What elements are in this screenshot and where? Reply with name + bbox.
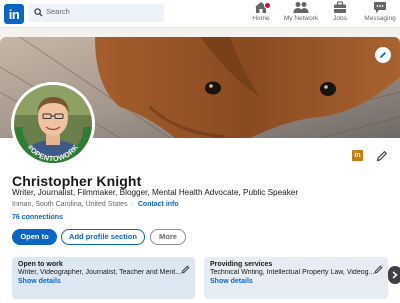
chevron-right-icon [392,271,398,279]
network-icon [293,2,309,13]
nav-jobs[interactable]: Jobs [327,1,353,27]
edit-providing-services-button[interactable] [374,261,383,279]
pencil-icon [376,150,388,162]
notification-badge [264,2,271,9]
more-button[interactable]: More [150,229,186,245]
nav-home-label: Home [252,15,270,22]
profile-location: Inman, South Carolina, United States · C… [12,201,179,208]
panel-title: Open to work [18,261,63,268]
nav-messaging-label: Messaging [364,15,396,22]
panel-description: Writer, Videographer, Journalist, Teache… [18,269,182,276]
pencil-icon [380,52,386,58]
show-details-link[interactable]: Show details [18,278,189,285]
add-profile-section-button[interactable]: Add profile section [61,229,145,245]
edit-open-to-work-button[interactable] [181,261,190,279]
nav-messaging[interactable]: Messaging [362,1,398,27]
company-logo[interactable]: in [352,150,363,161]
edit-cover-button[interactable] [375,47,391,63]
top-nav: in Search Home My Network Jobs Messaging [0,0,400,28]
nav-home[interactable]: Home [248,1,274,27]
profile-photo[interactable]: #OPENTOWORK [11,82,95,166]
panel-description: Technical Writing, Intellectual Property… [210,269,375,276]
pencil-icon [181,265,190,274]
connections-link[interactable]: 76 connections [12,214,63,221]
carousel-next-button[interactable] [388,266,400,284]
panel-title: Providing services [210,261,273,268]
location-separator: · [131,201,134,208]
nav-my-network-label: My Network [283,15,319,22]
messaging-icon [374,2,386,13]
open-to-button[interactable]: Open to [12,229,57,245]
edit-intro-button[interactable] [376,149,388,167]
nav-jobs-label: Jobs [333,15,347,22]
open-to-work-panel[interactable]: Open to work Writer, Videographer, Journ… [12,257,195,299]
linkedin-logo[interactable]: in [4,4,24,24]
profile-headline: Writer, Journalist, Filmmaker, Blogger, … [12,188,299,197]
jobs-icon [334,1,346,13]
nav-my-network[interactable]: My Network [281,1,321,27]
contact-info-link[interactable]: Contact info [138,201,179,208]
show-details-link[interactable]: Show details [210,278,382,285]
profile-card: #OPENTOWORK in Christopher Knight Writer… [0,37,400,303]
search-input[interactable]: Search [28,4,164,22]
providing-services-panel[interactable]: Providing services Technical Writing, In… [204,257,388,299]
profile-name: Christopher Knight [12,173,142,189]
pencil-icon [374,265,383,274]
search-icon [34,8,43,17]
search-placeholder: Search [46,7,70,16]
location-text: Inman, South Carolina, United States [12,201,128,208]
